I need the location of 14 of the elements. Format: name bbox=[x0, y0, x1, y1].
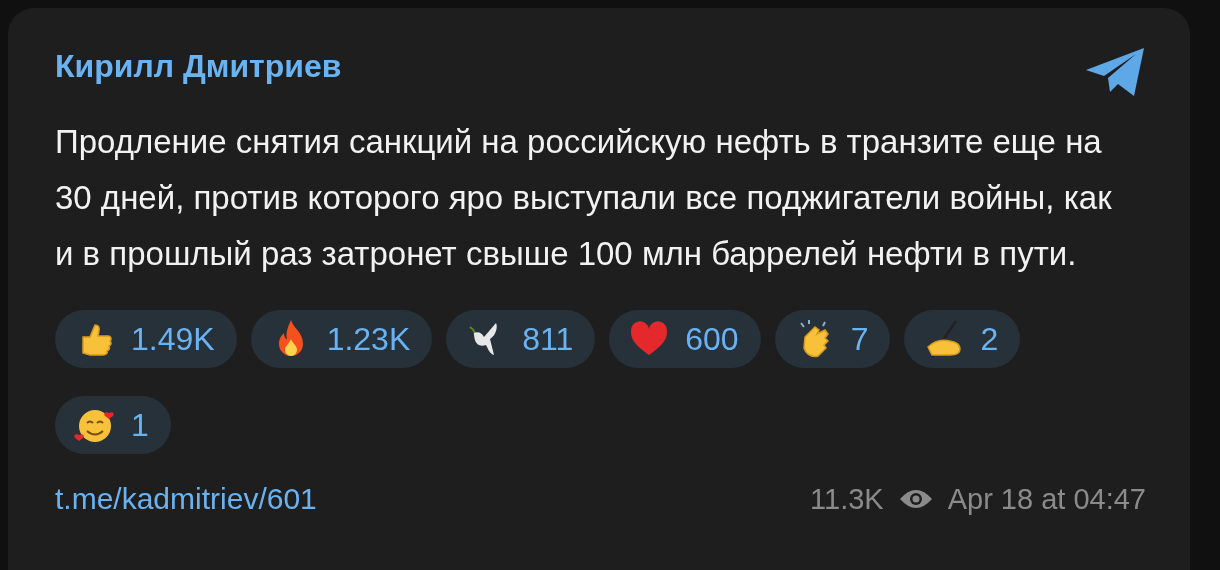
view-count: 11.3K bbox=[810, 482, 884, 516]
reaction-button[interactable]: 1 bbox=[55, 396, 171, 454]
post-date: Apr 18 at 04:47 bbox=[947, 482, 1146, 516]
post-link[interactable]: t.me/kadmitriev/601 bbox=[55, 482, 317, 516]
reaction-button[interactable]: 7 bbox=[774, 310, 891, 368]
reaction-button[interactable]: 1.49K bbox=[55, 310, 237, 368]
paper-plane-icon bbox=[1084, 46, 1146, 98]
channel-name[interactable]: Кирилл Дмитриев bbox=[55, 46, 342, 86]
eye-icon bbox=[897, 487, 934, 511]
reaction-button[interactable]: 811 bbox=[446, 310, 596, 368]
reaction-button[interactable]: 2 bbox=[904, 310, 1021, 368]
reaction-button[interactable]: 600 bbox=[609, 310, 761, 368]
reaction-button[interactable]: 1.23K bbox=[250, 310, 433, 368]
post-text: Продление снятия санкций на российскую нефть в транзите еще на 30 дней, против которого яро выступали все поджигатели войны, как и в прошлый раз затронет свыше 100 млн баррелей нефти в пути. bbox=[55, 122, 1113, 274]
